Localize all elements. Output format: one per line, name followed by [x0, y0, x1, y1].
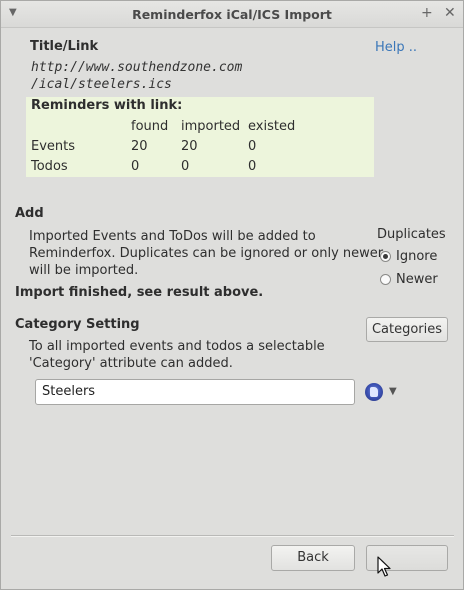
add-desc-line-1: Imported Events and ToDos will be added …	[29, 229, 316, 244]
row-label-todos: Todos	[31, 159, 68, 174]
import-status: Import finished, see result above.	[15, 285, 264, 300]
col-header-existed: existed	[248, 119, 296, 134]
title-link-heading: Title/Link	[30, 39, 99, 54]
col-header-imported: imported	[181, 119, 241, 134]
add-desc-line-2: Reminderfox. Duplicates can be ignored o…	[29, 246, 384, 261]
events-existed: 0	[248, 139, 257, 154]
events-found: 20	[131, 139, 148, 154]
category-input[interactable]: Steelers	[35, 379, 355, 405]
radio-ignore-label[interactable]: Ignore	[396, 249, 437, 264]
url-line-1: http://www.southendzone.com	[31, 60, 243, 75]
maximize-icon[interactable]: +	[421, 5, 433, 21]
add-desc-line-3: will be imported.	[29, 263, 139, 278]
url-line-2: /ical/steelers.ics	[31, 77, 172, 92]
import-dialog: ▼ Reminderfox iCal/ICS Import + ✕ Title/…	[0, 0, 464, 590]
mouse-cursor-icon	[377, 556, 391, 577]
window-title: Reminderfox iCal/ICS Import	[132, 7, 332, 22]
category-heading: Category Setting	[15, 317, 140, 332]
reminders-heading: Reminders with link:	[31, 98, 183, 113]
radio-newer[interactable]	[380, 274, 391, 285]
categories-button[interactable]: Categories	[366, 317, 448, 342]
add-heading: Add	[15, 206, 44, 221]
category-desc-line-2: 'Category' attribute can added.	[29, 356, 233, 371]
category-picker-icon[interactable]	[365, 383, 383, 401]
radio-ignore[interactable]	[380, 251, 391, 262]
radio-newer-label[interactable]: Newer	[396, 272, 438, 287]
duplicates-label: Duplicates	[377, 227, 446, 242]
todos-existed: 0	[248, 159, 257, 174]
footer-separator	[11, 535, 454, 537]
col-header-found: found	[131, 119, 169, 134]
help-link[interactable]: Help ..	[375, 40, 417, 55]
events-imported: 20	[181, 139, 198, 154]
category-desc-line-1: To all imported events and todos a selec…	[29, 339, 325, 354]
chevron-down-icon[interactable]: ▼	[389, 386, 397, 397]
close-icon[interactable]: ✕	[444, 5, 456, 21]
row-label-events: Events	[31, 139, 76, 154]
todos-imported: 0	[181, 159, 190, 174]
todos-found: 0	[131, 159, 140, 174]
titlebar: ▼ Reminderfox iCal/ICS Import + ✕	[1, 1, 463, 28]
back-button[interactable]: Back	[271, 545, 355, 571]
